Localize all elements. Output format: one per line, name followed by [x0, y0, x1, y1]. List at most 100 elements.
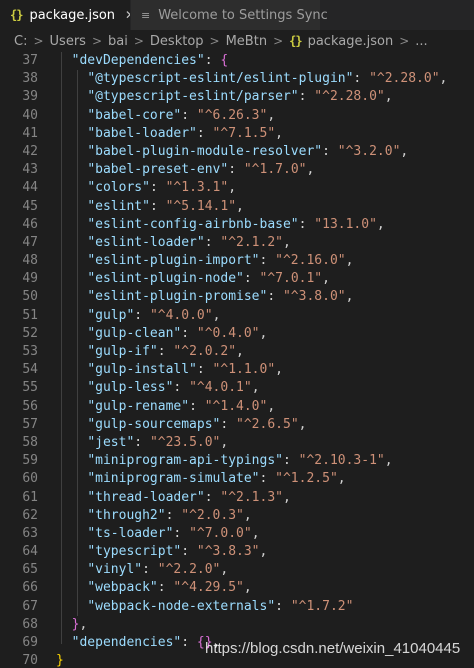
- code-line[interactable]: 56 "gulp-rename": "^1.4.0",: [0, 398, 474, 416]
- code-line[interactable]: 40 "babel-core": "^6.26.3",: [0, 107, 474, 125]
- json-string-value: "^1.7.0": [243, 162, 307, 178]
- json-colon: :: [181, 635, 197, 650]
- code-line[interactable]: 62 "through2": "^2.0.3",: [0, 507, 474, 525]
- code-text: "babel-loader": "^7.1.5",: [56, 125, 283, 143]
- code-line[interactable]: 68 },: [0, 616, 474, 634]
- breadcrumb-item-mebtn[interactable]: MeBtn: [226, 34, 267, 49]
- json-string-value: "^5.14.1": [165, 198, 237, 214]
- json-key: "gulp": [87, 307, 135, 323]
- json-colon: :: [196, 362, 213, 378]
- line-number: 54: [22, 362, 38, 378]
- code-text: "gulp-less": "^4.0.1",: [56, 379, 259, 397]
- json-punctuation: ,: [400, 143, 409, 159]
- code-line[interactable]: 44 "colors": "^1.3.1",: [0, 179, 474, 197]
- code-line[interactable]: 51 "gulp": "^4.0.0",: [0, 307, 474, 325]
- code-line[interactable]: 52 "gulp-clean": "^0.4.0",: [0, 325, 474, 343]
- code-line[interactable]: 67 "webpack-node-externals": "^1.7.2": [0, 598, 474, 616]
- json-key: "babel-plugin-module-resolver": [87, 143, 323, 159]
- json-string-value: "^4.0.0": [149, 307, 213, 323]
- code-line[interactable]: 63 "ts-loader": "^7.0.0",: [0, 525, 474, 543]
- json-key: "gulp-install": [87, 362, 197, 378]
- code-line[interactable]: 39 "@typescript-eslint/parser": "^2.28.0…: [0, 88, 474, 106]
- code-text: "colors": "^1.3.1",: [56, 179, 236, 197]
- json-string-value: "^1.1.0": [212, 362, 276, 378]
- json-key: "webpack-node-externals": [87, 598, 276, 614]
- line-number: 68: [22, 616, 38, 632]
- code-line[interactable]: 43 "babel-preset-env": "^1.7.0",: [0, 161, 474, 179]
- line-number: 41: [22, 125, 38, 141]
- json-punctuation: ,: [384, 89, 393, 105]
- breadcrumb-item-users[interactable]: Users: [50, 34, 86, 49]
- code-line[interactable]: 53 "gulp-if": "^2.0.2",: [0, 343, 474, 361]
- line-number: 62: [22, 507, 38, 523]
- code-line[interactable]: 59 "miniprogram-api-typings": "^2.10.3-1…: [0, 452, 474, 470]
- code-text: "gulp-if": "^2.0.2",: [56, 343, 244, 361]
- line-number: 37: [22, 53, 38, 68]
- json-key: "through2": [87, 507, 166, 523]
- code-line[interactable]: 55 "gulp-less": "^4.0.1",: [0, 379, 474, 397]
- json-colon: :: [134, 434, 150, 450]
- json-punctuation: ,: [345, 289, 354, 305]
- code-line[interactable]: 65 "vinyl": "^2.2.0",: [0, 561, 474, 579]
- tab-package-json[interactable]: {} package.json ✕: [0, 0, 135, 30]
- json-punctuation: ,: [236, 198, 244, 214]
- json-string-value: "^7.0.1": [259, 271, 323, 287]
- breadcrumb-item-drive[interactable]: C:: [14, 34, 27, 49]
- json-colon: :: [267, 289, 283, 305]
- preview-icon: ≡: [141, 8, 151, 22]
- tab-label: Welcome to Settings Sync: [158, 7, 328, 23]
- json-colon: :: [181, 544, 197, 560]
- breadcrumb-item-bai[interactable]: bai: [108, 34, 128, 49]
- code-line[interactable]: 41 "babel-loader": "^7.1.5",: [0, 125, 474, 143]
- code-line[interactable]: 48 "eslint-plugin-import": "^2.16.0",: [0, 252, 474, 270]
- json-punctuation: ,: [236, 344, 244, 359]
- code-line[interactable]: 46 "eslint-config-airbnb-base": "13.1.0"…: [0, 216, 474, 234]
- line-number: 66: [22, 580, 38, 596]
- json-colon: :: [275, 598, 291, 614]
- code-line[interactable]: 49 "eslint-plugin-node": "^7.0.1",: [0, 270, 474, 288]
- code-line[interactable]: 38 "@typescript-eslint/eslint-plugin": "…: [0, 70, 474, 88]
- breadcrumb-item-desktop[interactable]: Desktop: [150, 34, 204, 49]
- line-number: 50: [22, 289, 38, 305]
- code-editor[interactable]: 37 "devDependencies": {38 "@typescript-e…: [0, 52, 474, 668]
- code-line[interactable]: 45 "eslint": "^5.14.1",: [0, 198, 474, 216]
- code-line[interactable]: 54 "gulp-install": "^1.1.0",: [0, 361, 474, 379]
- chevron-right-icon: >: [133, 34, 144, 48]
- json-punctuation: ,: [283, 234, 291, 250]
- code-line[interactable]: 37 "devDependencies": {: [0, 52, 474, 70]
- code-text: "eslint-plugin-promise": "^3.8.0",: [56, 288, 353, 306]
- json-string-value: "^2.10.3-1": [298, 453, 385, 469]
- code-text: "eslint-plugin-import": "^2.16.0",: [56, 252, 353, 270]
- json-string-value: "^2.28.0": [314, 89, 385, 105]
- breadcrumb-item-symbol[interactable]: ...: [415, 34, 427, 49]
- json-key: "gulp-less": [87, 380, 174, 396]
- json-string-value: "^2.0.3": [181, 507, 244, 523]
- code-line[interactable]: 50 "eslint-plugin-promise": "^3.8.0",: [0, 288, 474, 306]
- json-punctuation: ,: [275, 125, 283, 141]
- breadcrumb-item-file[interactable]: package.json: [308, 34, 394, 49]
- json-string-value: "^4.29.5": [173, 580, 244, 596]
- tab-label: package.json: [29, 7, 116, 23]
- code-line[interactable]: 66 "webpack": "^4.29.5",: [0, 579, 474, 597]
- json-colon: :: [157, 580, 174, 596]
- json-string-value: "^7.1.5": [212, 125, 276, 141]
- code-line[interactable]: 64 "typescript": "^3.8.3",: [0, 543, 474, 561]
- code-line[interactable]: 42 "babel-plugin-module-resolver": "^3.2…: [0, 143, 474, 161]
- line-number: 39: [22, 89, 38, 105]
- code-line[interactable]: 47 "eslint-loader": "^2.1.2",: [0, 234, 474, 252]
- json-colon: :: [228, 162, 244, 178]
- line-number: 56: [22, 398, 38, 414]
- code-line[interactable]: 57 "gulp-sourcemaps": "^2.6.5",: [0, 416, 474, 434]
- code-line[interactable]: 61 "thread-loader": "^2.1.3",: [0, 489, 474, 507]
- json-key: "eslint-config-airbnb-base": [87, 216, 299, 232]
- json-punctuation: ,: [337, 471, 346, 487]
- line-number: 45: [22, 198, 38, 214]
- json-punctuation: ,: [243, 580, 252, 596]
- json-punctuation: ,: [306, 162, 315, 178]
- code-line[interactable]: 58 "jest": "^23.5.0",: [0, 434, 474, 452]
- json-key: "gulp-clean": [87, 325, 182, 341]
- code-line[interactable]: 60 "miniprogram-simulate": "^1.2.5",: [0, 470, 474, 488]
- json-string-value: "^3.8.0": [282, 289, 346, 305]
- tab-welcome-settings-sync[interactable]: ≡ Welcome to Settings Sync: [130, 0, 328, 30]
- json-string-value: "^0.4.0": [196, 325, 260, 341]
